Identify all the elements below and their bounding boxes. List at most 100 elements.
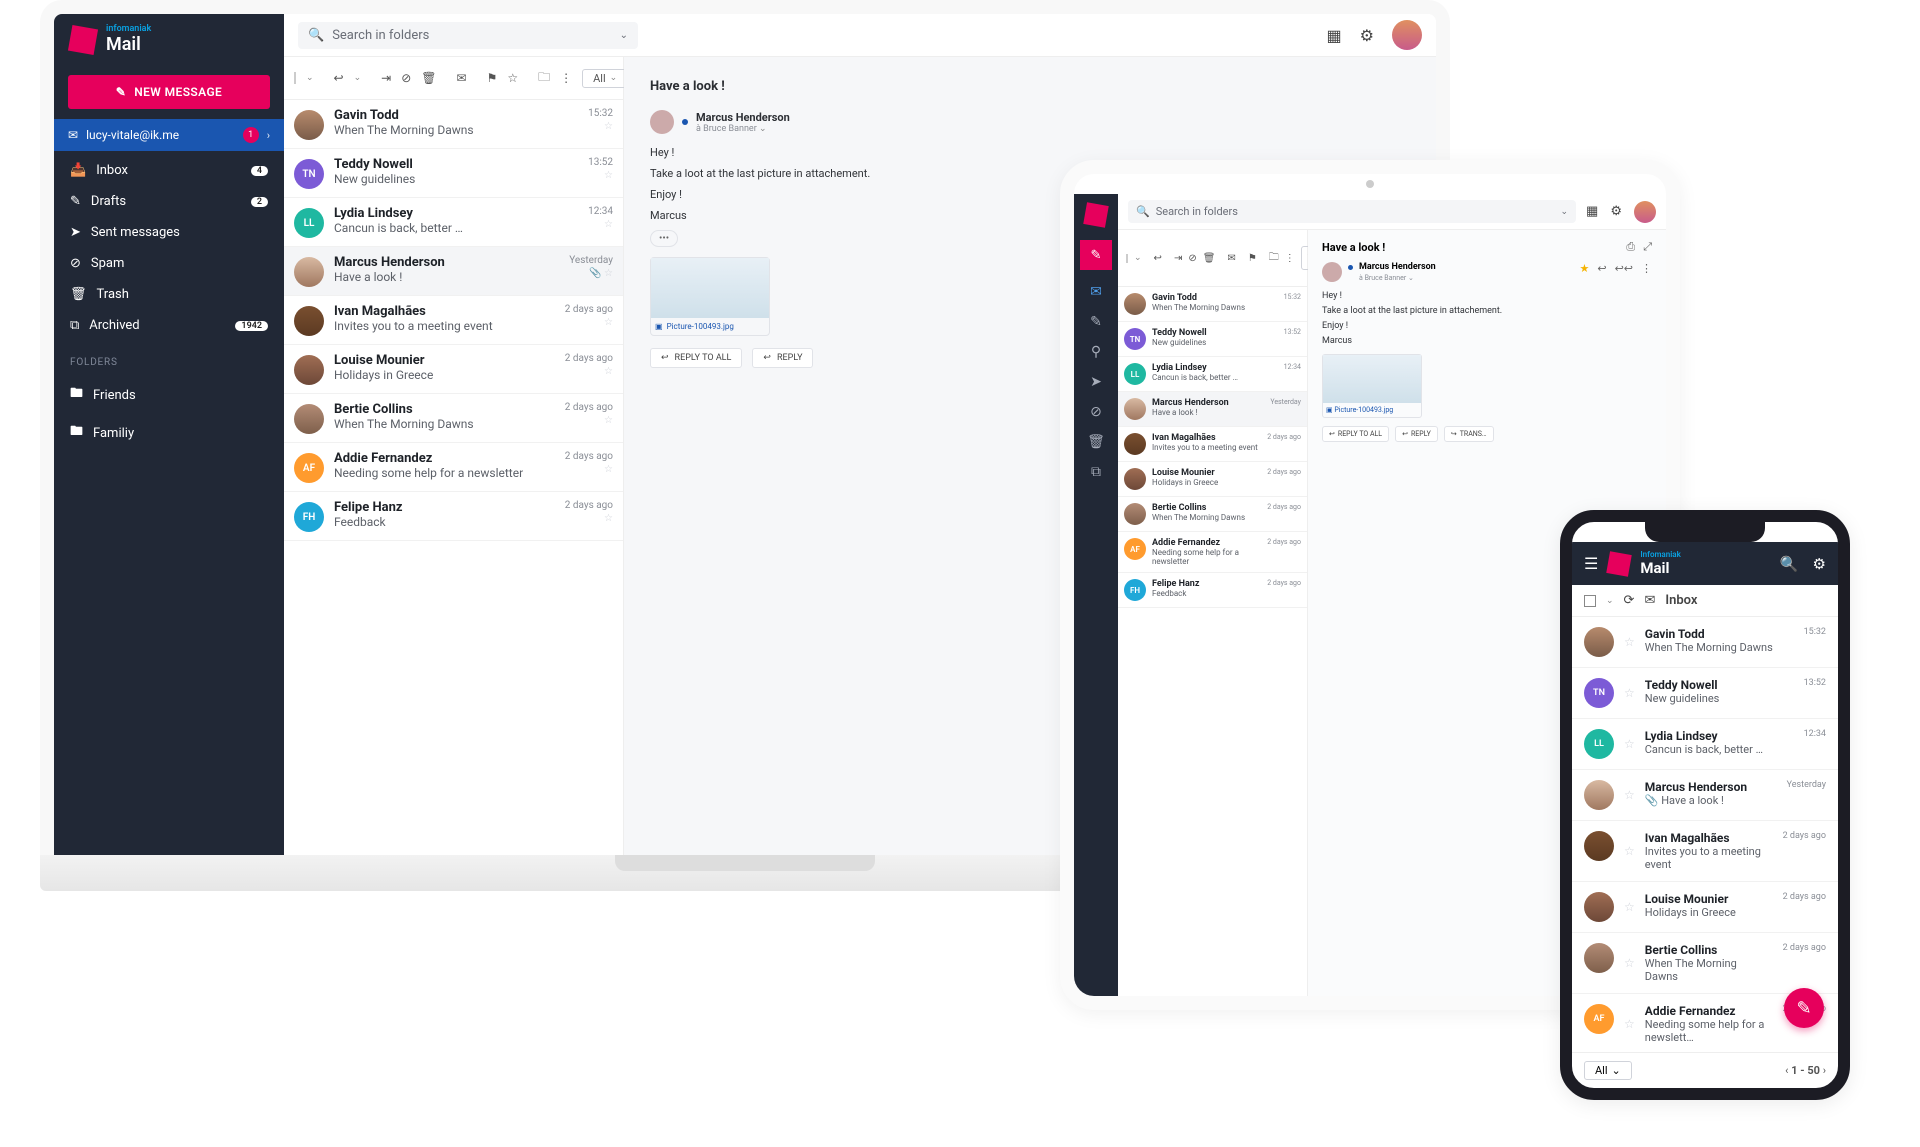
- star-icon[interactable]: ☆: [604, 121, 613, 132]
- star-icon[interactable]: ★: [1579, 262, 1589, 275]
- compose-button[interactable]: ✎: [1080, 240, 1112, 270]
- star-icon[interactable]: ☆: [1624, 737, 1635, 751]
- message-row[interactable]: TN Teddy Nowell New guidelines 13:52 ☆: [284, 149, 623, 198]
- gear-icon[interactable]: ⚙: [1813, 555, 1826, 573]
- user-avatar[interactable]: [1392, 20, 1422, 50]
- attachment-card[interactable]: ▣Picture-100493.jpg: [650, 257, 770, 336]
- more-icon[interactable]: ⋮: [1641, 262, 1652, 275]
- nav-archive[interactable]: ⧉Archived1942: [54, 310, 284, 341]
- expand-icon[interactable]: ⤢: [1643, 240, 1652, 254]
- message-row[interactable]: Louise Mounier Holidays in Greece 2 days…: [1118, 462, 1307, 497]
- message-row[interactable]: Gavin Todd When The Morning Dawns 15:32 …: [284, 100, 623, 149]
- prev-page-icon[interactable]: ‹: [1785, 1064, 1788, 1077]
- rail-search-icon[interactable]: ⚲: [1091, 344, 1101, 360]
- message-row[interactable]: AF Addie Fernandez Needing some help for…: [1118, 532, 1307, 573]
- reply-all-button[interactable]: ↩ REPLY TO ALL: [1322, 426, 1389, 442]
- chevron-down-icon[interactable]: ⌄: [306, 73, 314, 83]
- message-row[interactable]: Gavin Todd When The Morning Dawns 15:32: [1118, 287, 1307, 322]
- archive-icon[interactable]: ⇥: [1174, 253, 1182, 264]
- message-row[interactable]: Ivan Magalhães Invites you to a meeting …: [1118, 427, 1307, 462]
- star-icon[interactable]: ☆: [604, 513, 613, 524]
- message-row[interactable]: TN Teddy Nowell New guidelines 13:52: [1118, 322, 1307, 357]
- spam-icon[interactable]: ⊘: [1188, 253, 1196, 264]
- next-page-icon[interactable]: ›: [1823, 1064, 1826, 1077]
- message-row[interactable]: AF Addie Fernandez Needing some help for…: [284, 443, 623, 492]
- rail-drafts-icon[interactable]: ✎: [1090, 314, 1102, 330]
- compose-fab[interactable]: ✎: [1784, 988, 1824, 1028]
- star-icon[interactable]: ☆: [604, 219, 613, 230]
- star-icon[interactable]: 📎 ☆: [589, 268, 613, 279]
- nav-drafts[interactable]: ✎Drafts2: [54, 186, 284, 217]
- markread-icon[interactable]: ✉: [457, 71, 467, 85]
- search-icon[interactable]: 🔍: [1780, 555, 1799, 573]
- star-icon[interactable]: ☆: [604, 317, 613, 328]
- more-icon[interactable]: ⋮: [1285, 253, 1295, 264]
- message-row[interactable]: Ivan Magalhães Invites you to a meeting …: [284, 296, 623, 345]
- new-message-button[interactable]: ✎ NEW MESSAGE: [68, 75, 270, 109]
- rail-inbox-icon[interactable]: ✉: [1090, 284, 1102, 300]
- rail-spam-icon[interactable]: ⊘: [1090, 404, 1102, 420]
- star-icon[interactable]: ☆: [1624, 635, 1635, 649]
- refresh-icon[interactable]: ⟳: [1624, 593, 1635, 608]
- gear-icon[interactable]: ⚙: [1610, 204, 1622, 219]
- star-icon[interactable]: ☆: [1624, 900, 1635, 914]
- reply-button[interactable]: ↩ REPLY: [1395, 426, 1438, 442]
- star-icon[interactable]: ☆: [604, 170, 613, 181]
- reply-icon[interactable]: ↩: [334, 71, 344, 85]
- message-row[interactable]: LL Lydia Lindsey Cancun is back, better …: [1118, 357, 1307, 392]
- print-icon[interactable]: ⎙: [1626, 240, 1635, 254]
- star-icon[interactable]: ☆: [1624, 844, 1635, 858]
- star-icon[interactable]: ☆: [1624, 788, 1635, 802]
- message-row[interactable]: Marcus Henderson Have a look ! Yesterday…: [284, 247, 623, 296]
- spam-icon[interactable]: ⊘: [401, 71, 411, 85]
- message-row[interactable]: FH Felipe Hanz Feedback 2 days ago: [1118, 573, 1307, 608]
- message-row[interactable]: ☆ Louise Mounier Holidays in Greece 2 da…: [1572, 882, 1838, 933]
- folder-move-icon[interactable]: 🗀: [538, 68, 550, 89]
- transfer-button[interactable]: ↪ TRANS…: [1444, 426, 1494, 442]
- filter-dropdown[interactable]: All ⌄: [1584, 1061, 1632, 1080]
- gear-icon[interactable]: ⚙: [1360, 26, 1374, 45]
- trash-icon[interactable]: 🗑: [1203, 253, 1216, 264]
- search-input[interactable]: 🔍 Search in folders ⌄: [298, 22, 638, 49]
- star-icon[interactable]: ☆: [1624, 686, 1635, 700]
- more-icon[interactable]: ⋮: [560, 71, 572, 85]
- message-row[interactable]: Marcus Henderson Have a look ! Yesterday: [1118, 392, 1307, 427]
- star-icon[interactable]: ☆: [604, 366, 613, 377]
- nav-trash[interactable]: 🗑Trash: [54, 279, 284, 310]
- nav-inbox[interactable]: 📥Inbox4: [54, 155, 284, 186]
- star-icon[interactable]: ☆: [604, 464, 613, 475]
- account-row[interactable]: ✉ lucy-vitale@ik.me 1 ›: [54, 119, 284, 151]
- markread-icon[interactable]: ✉: [1227, 253, 1235, 264]
- archive-icon[interactable]: ⇥: [381, 71, 391, 85]
- checkbox-all[interactable]: [1126, 254, 1128, 263]
- reply-button[interactable]: ↩REPLY: [752, 348, 813, 368]
- apps-icon[interactable]: ▦: [1327, 26, 1342, 45]
- folder-move-icon[interactable]: 🗀: [1269, 250, 1279, 267]
- rail-sent-icon[interactable]: ➤: [1090, 374, 1102, 390]
- star-icon[interactable]: ☆: [507, 71, 518, 85]
- reply-all-icon[interactable]: ↩↩: [1615, 262, 1633, 275]
- reply-icon[interactable]: ↩: [1154, 253, 1162, 264]
- nav-spam[interactable]: ⊘Spam: [54, 248, 284, 279]
- star-icon[interactable]: ☆: [604, 415, 613, 426]
- message-row[interactable]: TN ☆ Teddy Nowell New guidelines 13:52: [1572, 668, 1838, 719]
- apps-icon[interactable]: ▦: [1586, 204, 1598, 219]
- search-input[interactable]: 🔍 Search in folders ⌄: [1128, 200, 1576, 223]
- reply-icon[interactable]: ↩: [1597, 262, 1606, 275]
- flag-icon[interactable]: ⚑: [487, 71, 498, 85]
- message-row[interactable]: FH Felipe Hanz Feedback 2 days ago ☆: [284, 492, 623, 541]
- menu-icon[interactable]: ☰: [1584, 554, 1598, 573]
- message-row[interactable]: LL ☆ Lydia Lindsey Cancun is back, bette…: [1572, 719, 1838, 770]
- message-row[interactable]: Bertie Collins When The Morning Dawns 2 …: [1118, 497, 1307, 532]
- nav-sent[interactable]: ➤Sent messages: [54, 217, 284, 248]
- attachment-card[interactable]: ▣ Picture-100493.jpg: [1322, 354, 1422, 418]
- message-row[interactable]: ☆ Bertie Collins When The Morning Dawns …: [1572, 933, 1838, 994]
- rail-archive-icon[interactable]: ⧉: [1091, 464, 1101, 480]
- message-row[interactable]: ☆ Ivan Magalhães Invites you to a meetin…: [1572, 821, 1838, 882]
- message-row[interactable]: LL Lydia Lindsey Cancun is back, better …: [284, 198, 623, 247]
- folder-item[interactable]: 🖿Friends: [54, 376, 284, 414]
- folder-item[interactable]: 🖿Familiy: [54, 414, 284, 452]
- filter-dropdown[interactable]: All⌄: [582, 69, 628, 88]
- checkbox-all[interactable]: [294, 72, 296, 84]
- reply-all-button[interactable]: ↩REPLY TO ALL: [650, 348, 742, 368]
